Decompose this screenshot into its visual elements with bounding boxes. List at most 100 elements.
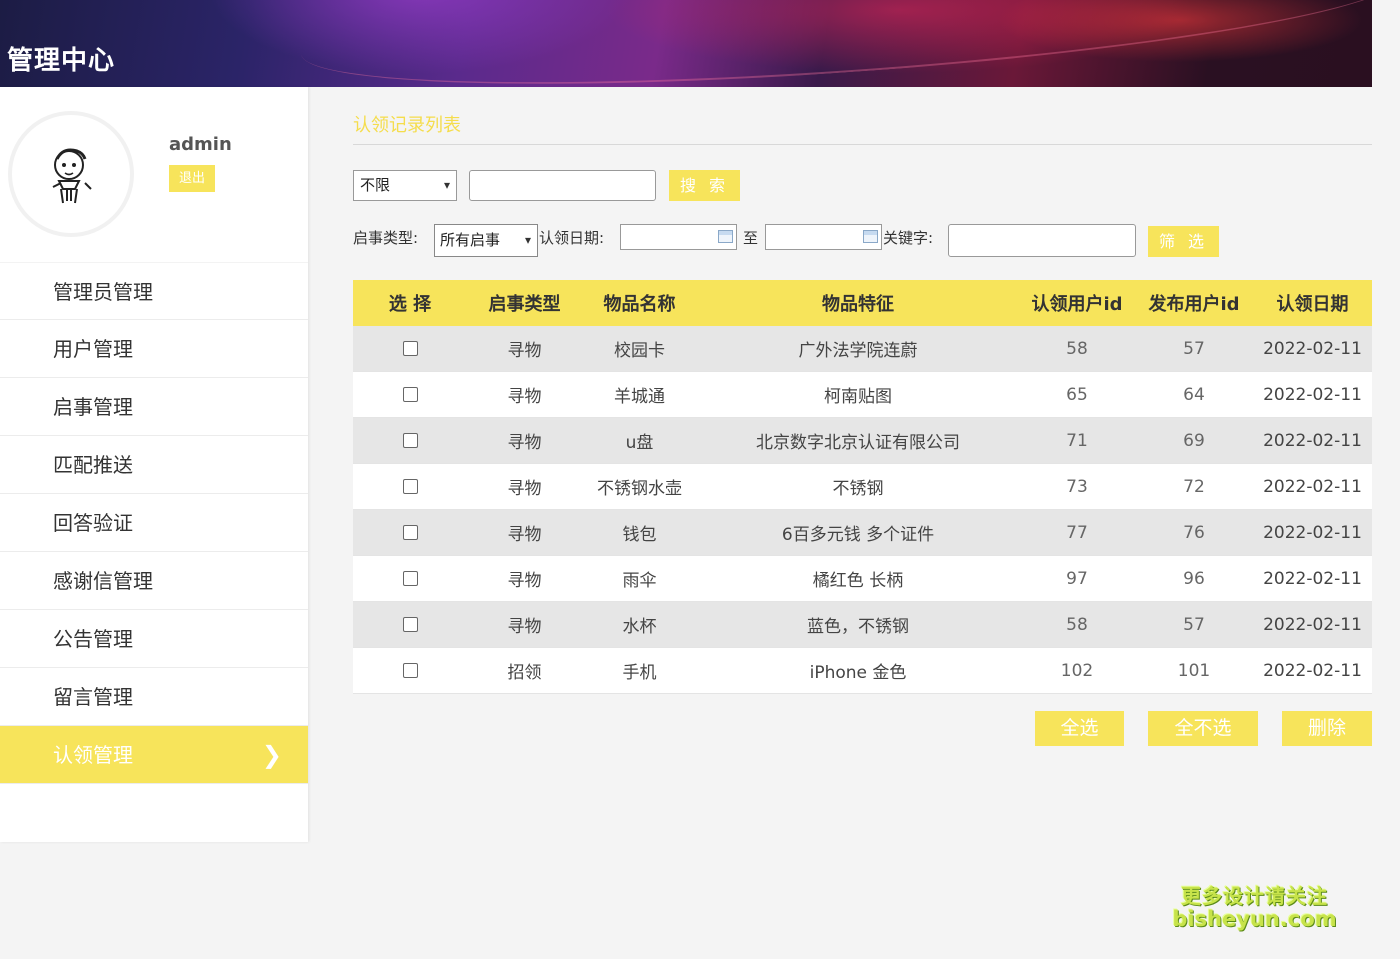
filter-button[interactable]: 筛 选: [1148, 226, 1219, 257]
claim-date-cell: 2022-02-11: [1263, 430, 1362, 451]
calendar-icon[interactable]: [718, 230, 733, 243]
notice-type-cell: 寻物: [507, 341, 542, 361]
sidebar-item-notices[interactable]: 启事管理: [0, 378, 308, 436]
claim-uid-cell: 97: [1066, 568, 1088, 589]
sidebar-item-announcements[interactable]: 公告管理: [0, 610, 308, 668]
logout-button[interactable]: 退出: [169, 165, 215, 192]
item-feature-cell: 不锈钢: [832, 479, 884, 499]
claim-uid-cell: 58: [1066, 614, 1088, 635]
table-row: 寻物 不锈钢水壶 不锈钢 73 72 2022-02-11: [353, 464, 1372, 510]
search-scope-value: 不限: [360, 176, 391, 194]
item-name-cell: 钱包: [622, 525, 657, 545]
column-header: 物品特征: [822, 294, 894, 315]
table-row: 寻物 u盘 北京数字北京认证有限公司 71 69 2022-02-11: [353, 418, 1372, 464]
page-title: 认领记录列表: [353, 115, 461, 136]
claim-uid-cell: 73: [1066, 476, 1088, 497]
claim-uid-cell: 77: [1066, 522, 1088, 543]
notice-type-cell: 寻物: [507, 387, 542, 407]
post-uid-cell: 57: [1183, 614, 1205, 635]
row-checkbox[interactable]: [402, 433, 418, 448]
item-name-cell: 不锈钢水壶: [597, 479, 682, 499]
avatar: [8, 111, 134, 237]
sidebar-item-label: 认领管理: [53, 743, 133, 767]
date-to-input[interactable]: [765, 224, 882, 250]
sidebar-item-label: 回答验证: [53, 511, 133, 535]
claim-date-cell: 2022-02-11: [1263, 568, 1362, 589]
item-feature-cell: 柯南贴图: [824, 387, 892, 407]
table-row: 寻物 校园卡 广外法学院连蔚 58 57 2022-02-11: [353, 326, 1372, 372]
select-cell: [353, 372, 467, 417]
notice-type-cell: 寻物: [507, 433, 542, 453]
keyword-input[interactable]: [948, 224, 1136, 257]
row-checkbox[interactable]: [402, 387, 418, 402]
sidebar-item-messages[interactable]: 留言管理: [0, 668, 308, 726]
claim-date-cell: 2022-02-11: [1263, 660, 1362, 681]
sidebar-item-label: 用户管理: [53, 337, 133, 361]
post-uid-cell: 76: [1183, 522, 1205, 543]
claim-date-cell: 2022-02-11: [1263, 338, 1362, 359]
row-checkbox[interactable]: [402, 341, 418, 356]
sidebar-item-answer-verify[interactable]: 回答验证: [0, 494, 308, 552]
watermark: 更多设计请关注 bisheyun.com: [1172, 880, 1337, 931]
sidebar-item-match-push[interactable]: 匹配推送: [0, 436, 308, 494]
row-checkbox[interactable]: [402, 571, 418, 586]
sidebar-item-label: 公告管理: [53, 627, 133, 651]
table-row: 寻物 雨伞 橘红色 长柄 97 96 2022-02-11: [353, 556, 1372, 602]
claims-table: 选 择 启事类型 物品名称 物品特征 认领用户id 发布用户id 认领日期 寻物…: [353, 280, 1372, 694]
item-feature-cell: 橘红色 长柄: [812, 571, 904, 591]
item-feature-cell: 北京数字北京认证有限公司: [756, 433, 960, 453]
row-checkbox[interactable]: [402, 617, 418, 632]
watermark-line2: bisheyun.com: [1172, 907, 1337, 931]
post-uid-cell: 101: [1177, 660, 1211, 681]
notice-type-cell: 招领: [507, 663, 542, 683]
post-uid-cell: 64: [1183, 384, 1205, 405]
column-header: 认领用户id: [1031, 294, 1123, 315]
item-name-cell: 雨伞: [622, 571, 657, 591]
sidebar-item-thanks[interactable]: 感谢信管理: [0, 552, 308, 610]
claim-uid-cell: 58: [1066, 338, 1088, 359]
item-feature-cell: 6百多元钱 多个证件: [781, 525, 935, 545]
row-checkbox[interactable]: [402, 479, 418, 494]
column-header: 启事类型: [488, 294, 561, 315]
row-checkbox[interactable]: [402, 525, 418, 540]
item-name-cell: 校园卡: [614, 341, 665, 361]
column-header: 发布用户id: [1148, 294, 1240, 315]
item-name-cell: 手机: [622, 663, 657, 683]
item-feature-cell: 广外法学院连蔚: [798, 341, 918, 361]
sidebar-item-claims[interactable]: 认领管理 ❯: [0, 726, 308, 784]
post-uid-cell: 57: [1183, 338, 1205, 359]
keyword-label: 关键字:: [883, 229, 934, 247]
notice-type-select[interactable]: 所有启事 ▾: [434, 224, 538, 257]
post-uid-cell: 96: [1183, 568, 1205, 589]
app-title: 管理中心: [7, 46, 116, 76]
date-to-label: 至: [743, 229, 759, 247]
chevron-right-icon: ❯: [261, 741, 282, 769]
claim-date-cell: 2022-02-11: [1263, 614, 1362, 635]
sidebar-item-label: 管理员管理: [53, 280, 153, 304]
search-button[interactable]: 搜 索: [669, 170, 740, 201]
column-header: 物品名称: [603, 294, 676, 315]
sidebar-item-admin[interactable]: 管理员管理: [0, 262, 308, 320]
table-header: 选 择 启事类型 物品名称 物品特征 认领用户id 发布用户id 认领日期: [353, 280, 1372, 326]
claim-date-cell: 2022-02-11: [1263, 476, 1362, 497]
select-none-button[interactable]: 全不选: [1148, 711, 1258, 746]
table-row: 寻物 钱包 6百多元钱 多个证件 77 76 2022-02-11: [353, 510, 1372, 556]
select-cell: [353, 326, 467, 371]
select-cell: [353, 510, 467, 555]
table-row: 招领 手机 iPhone 金色 102 101 2022-02-11: [353, 648, 1372, 694]
claim-uid-cell: 71: [1066, 430, 1088, 451]
calendar-icon[interactable]: [863, 230, 878, 243]
select-cell: [353, 648, 467, 693]
sidebar-item-label: 留言管理: [53, 685, 133, 709]
delete-button[interactable]: 删除: [1282, 711, 1372, 746]
search-input[interactable]: [469, 170, 656, 201]
username: admin: [169, 134, 232, 155]
select-all-button[interactable]: 全选: [1035, 711, 1124, 746]
sidebar-item-users[interactable]: 用户管理: [0, 320, 308, 378]
date-from-input[interactable]: [620, 224, 737, 250]
notice-type-cell: 寻物: [507, 525, 542, 545]
notice-type-cell: 寻物: [507, 617, 542, 637]
item-feature-cell: iPhone 金色: [809, 663, 907, 683]
row-checkbox[interactable]: [402, 663, 418, 678]
search-scope-select[interactable]: 不限 ▾: [353, 170, 457, 201]
